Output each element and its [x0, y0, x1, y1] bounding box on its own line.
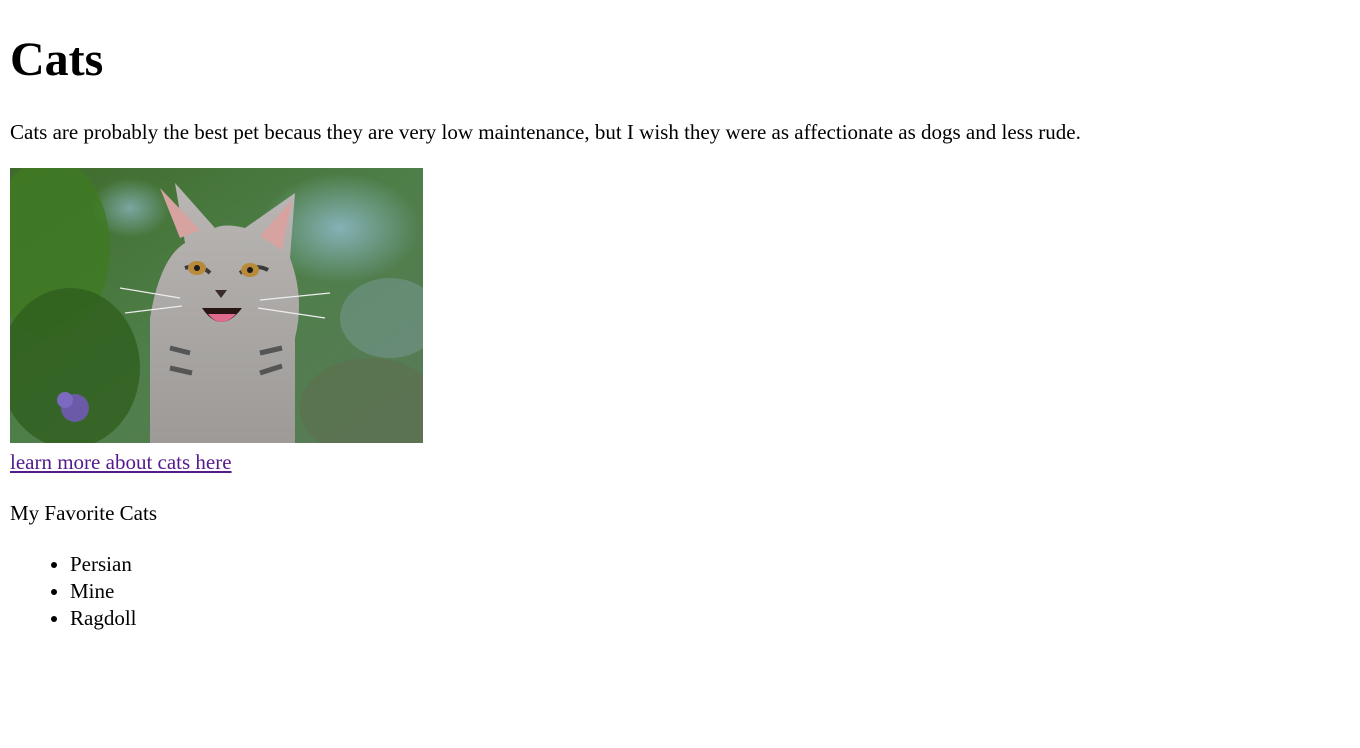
list-item: Persian [70, 551, 1350, 578]
page-content: Cats Cats are probably the best pet beca… [0, 32, 1360, 632]
list-item: Mine [70, 578, 1350, 605]
favorites-list: Persian Mine Ragdoll [10, 551, 1350, 632]
page-title: Cats [10, 33, 104, 86]
kitten-photo [10, 168, 423, 443]
learn-more-link[interactable]: learn more about cats here [10, 449, 232, 475]
favorites-title: My Favorite Cats [10, 501, 157, 525]
list-item: Ragdoll [70, 605, 1350, 632]
intro-paragraph: Cats are probably the best pet becaus th… [10, 120, 1081, 144]
